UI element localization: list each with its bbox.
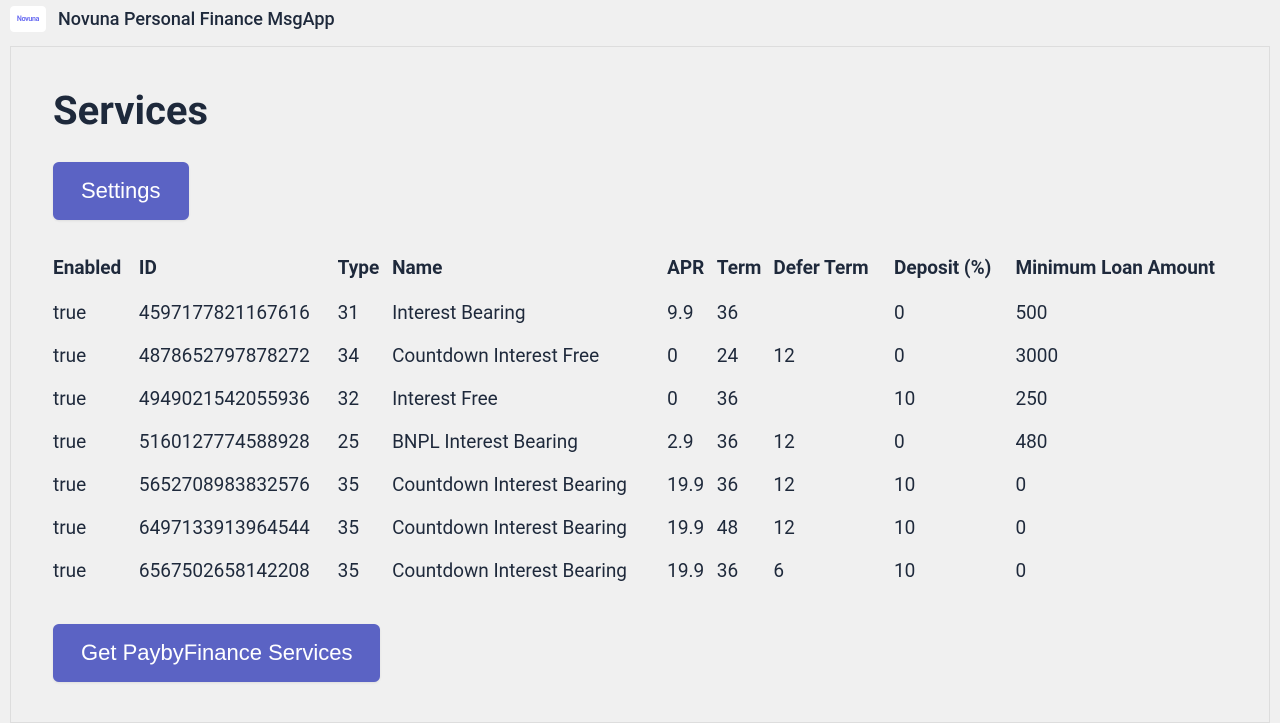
col-header-id: ID	[139, 248, 338, 291]
cell-id: 6497133913964544	[139, 506, 338, 549]
cell-id: 4878652797878272	[139, 334, 338, 377]
cell-enabled: true	[53, 506, 139, 549]
cell-name: Interest Free	[392, 377, 667, 420]
cell-name: Countdown Interest Bearing	[392, 549, 667, 592]
cell-term: 36	[717, 463, 774, 506]
cell-deposit: 0	[894, 420, 1015, 463]
table-row: true494902154205593632Interest Free036 10…	[53, 377, 1227, 420]
get-services-button[interactable]: Get PaybyFinance Services	[53, 624, 380, 682]
cell-type: 35	[338, 463, 392, 506]
cell-enabled: true	[53, 549, 139, 592]
table-header-row: Enabled ID Type Name APR Term Defer Term…	[53, 248, 1227, 291]
services-table: Enabled ID Type Name APR Term Defer Term…	[53, 248, 1227, 592]
cell-enabled: true	[53, 463, 139, 506]
cell-deposit: 0	[894, 334, 1015, 377]
cell-min: 3000	[1015, 334, 1227, 377]
cell-apr: 0	[667, 377, 717, 420]
cell-name: Countdown Interest Free	[392, 334, 667, 377]
cell-term: 36	[717, 291, 774, 334]
cell-name: BNPL Interest Bearing	[392, 420, 667, 463]
cell-defer: 6	[773, 549, 894, 592]
cell-name: Interest Bearing	[392, 291, 667, 334]
cell-min: 250	[1015, 377, 1227, 420]
cell-id: 5160127774588928	[139, 420, 338, 463]
cell-type: 34	[338, 334, 392, 377]
cell-defer: 12	[773, 463, 894, 506]
table-row: true516012777458892825BNPL Interest Bear…	[53, 420, 1227, 463]
cell-apr: 19.9	[667, 506, 717, 549]
cell-term: 24	[717, 334, 774, 377]
topbar: Novuna Novuna Personal Finance MsgApp	[0, 0, 1280, 38]
col-header-apr: APR	[667, 248, 717, 291]
cell-apr: 9.9	[667, 291, 717, 334]
cell-type: 31	[338, 291, 392, 334]
cell-deposit: 10	[894, 506, 1015, 549]
col-header-enabled: Enabled	[53, 248, 139, 291]
cell-id: 5652708983832576	[139, 463, 338, 506]
table-row: true487865279787827234Countdown Interest…	[53, 334, 1227, 377]
cell-apr: 2.9	[667, 420, 717, 463]
cell-term: 36	[717, 549, 774, 592]
cell-deposit: 10	[894, 549, 1015, 592]
cell-type: 32	[338, 377, 392, 420]
cell-defer: 12	[773, 334, 894, 377]
cell-min: 0	[1015, 549, 1227, 592]
col-header-deposit: Deposit (%)	[894, 248, 1015, 291]
cell-type: 35	[338, 506, 392, 549]
table-row: true459717782116761631Interest Bearing9.…	[53, 291, 1227, 334]
cell-defer: 12	[773, 420, 894, 463]
cell-name: Countdown Interest Bearing	[392, 506, 667, 549]
cell-type: 25	[338, 420, 392, 463]
cell-term: 36	[717, 377, 774, 420]
settings-button[interactable]: Settings	[53, 162, 189, 220]
cell-defer: 12	[773, 506, 894, 549]
cell-min: 0	[1015, 463, 1227, 506]
table-row: true565270898383257635Countdown Interest…	[53, 463, 1227, 506]
col-header-min: Minimum Loan Amount	[1015, 248, 1227, 291]
cell-id: 6567502658142208	[139, 549, 338, 592]
cell-apr: 19.9	[667, 549, 717, 592]
cell-apr: 0	[667, 334, 717, 377]
table-row: true649713391396454435Countdown Interest…	[53, 506, 1227, 549]
cell-min: 0	[1015, 506, 1227, 549]
col-header-name: Name	[392, 248, 667, 291]
cell-name: Countdown Interest Bearing	[392, 463, 667, 506]
cell-enabled: true	[53, 377, 139, 420]
cell-defer	[773, 377, 894, 420]
app-title: Novuna Personal Finance MsgApp	[58, 9, 335, 30]
cell-id: 4949021542055936	[139, 377, 338, 420]
cell-enabled: true	[53, 334, 139, 377]
cell-term: 48	[717, 506, 774, 549]
cell-deposit: 0	[894, 291, 1015, 334]
cell-min: 480	[1015, 420, 1227, 463]
cell-enabled: true	[53, 420, 139, 463]
col-header-type: Type	[338, 248, 392, 291]
cell-min: 500	[1015, 291, 1227, 334]
cell-term: 36	[717, 420, 774, 463]
col-header-defer: Defer Term	[773, 248, 894, 291]
cell-deposit: 10	[894, 463, 1015, 506]
page-container: Services Settings Enabled ID Type Name A…	[10, 46, 1270, 723]
cell-apr: 19.9	[667, 463, 717, 506]
cell-id: 4597177821167616	[139, 291, 338, 334]
brand-logo: Novuna	[10, 6, 46, 32]
cell-defer	[773, 291, 894, 334]
cell-deposit: 10	[894, 377, 1015, 420]
page-title: Services	[53, 87, 1227, 134]
cell-type: 35	[338, 549, 392, 592]
col-header-term: Term	[717, 248, 774, 291]
table-row: true656750265814220835Countdown Interest…	[53, 549, 1227, 592]
cell-enabled: true	[53, 291, 139, 334]
